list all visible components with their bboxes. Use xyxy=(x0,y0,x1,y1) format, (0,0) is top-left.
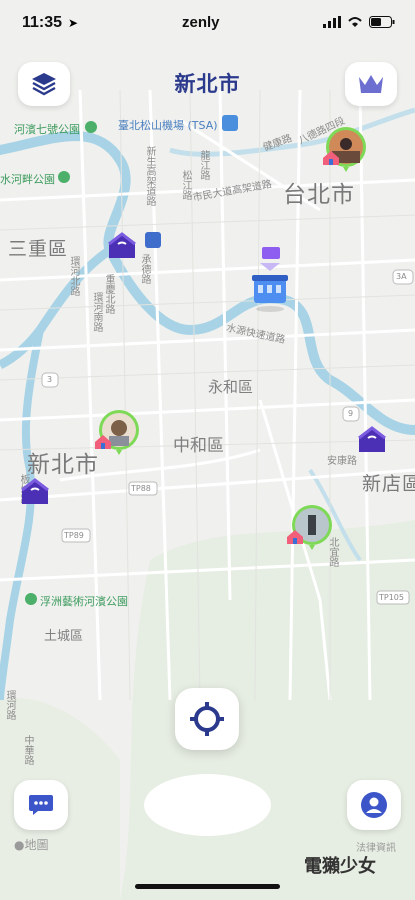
shield-tp105: TP105 xyxy=(379,593,404,602)
home-place-icon[interactable] xyxy=(357,426,387,458)
shield-3a: 3A xyxy=(396,272,407,281)
road-label: 承德路 xyxy=(139,254,150,284)
district-label-tucheng: 土城區 xyxy=(44,629,84,644)
road-label: 安康路 xyxy=(327,456,357,467)
status-app-name: zenly xyxy=(182,14,220,31)
district-label-yonghe: 永和區 xyxy=(208,378,254,396)
shield-tp89: TP89 xyxy=(64,531,84,540)
poi-songshan-airport: 臺北松山機場 (TSA) xyxy=(118,119,218,132)
wifi-icon xyxy=(348,17,362,27)
district-label-zhonghe: 中和區 xyxy=(173,436,224,456)
shield-tp88: TP88 xyxy=(131,484,151,493)
profile-button[interactable] xyxy=(347,780,401,830)
map-attribution: ●地圖 xyxy=(14,836,49,853)
status-bar: 11:35 ➤ zenly xyxy=(0,0,415,48)
house-icon xyxy=(322,150,340,170)
profile-icon xyxy=(361,792,387,818)
poi-riverside-park: 水河畔公園 xyxy=(0,173,55,186)
road-label: 龍江路 xyxy=(198,150,209,180)
layers-button[interactable] xyxy=(18,62,70,106)
status-time: 11:35 xyxy=(22,14,63,31)
road-label: 松江路 xyxy=(180,170,191,200)
poi-riverside7-park: 河濱七號公園 xyxy=(14,123,80,136)
premium-button[interactable] xyxy=(345,62,397,106)
crown-icon xyxy=(359,75,383,93)
map-attribution-text: 地圖 xyxy=(24,838,49,852)
chat-button[interactable] xyxy=(14,780,68,830)
shield-9: 9 xyxy=(348,409,354,418)
city-label-sanchong: 三重區 xyxy=(8,238,69,260)
location-arrow-icon: ➤ xyxy=(68,16,79,30)
road-label: 新生高架道路 xyxy=(144,146,155,206)
city-label-xindian: 新店區 xyxy=(362,473,415,495)
house-icon xyxy=(286,529,304,549)
city-label-taipei: 台北市 xyxy=(283,182,355,208)
crosshair-icon xyxy=(190,702,224,736)
chat-icon xyxy=(29,795,53,815)
watermark: 電獺少女 xyxy=(304,856,376,877)
road-label: 中華路 xyxy=(22,735,33,765)
building-place-icon[interactable] xyxy=(250,245,290,317)
layers-icon xyxy=(32,73,56,96)
locate-me-button[interactable] xyxy=(175,688,239,750)
home-place-icon[interactable] xyxy=(107,232,137,264)
battery-icon xyxy=(369,16,395,28)
home-indicator[interactable] xyxy=(135,884,280,889)
apple-logo-icon: ● xyxy=(14,838,25,852)
redacted-overlay xyxy=(144,774,271,836)
home-place-icon[interactable] xyxy=(20,478,50,510)
signal-icon xyxy=(323,16,341,28)
road-label: 環河南路 xyxy=(91,292,102,332)
city-label-newtaipei: 新北市 xyxy=(27,452,99,478)
poi-fuzhou-park: 浮洲藝術河濱公園 xyxy=(40,595,128,608)
road-label: 環河路 xyxy=(4,690,15,720)
shield-3: 3 xyxy=(47,375,53,384)
road-label: 環河北路 xyxy=(68,256,79,296)
house-icon xyxy=(94,434,112,454)
